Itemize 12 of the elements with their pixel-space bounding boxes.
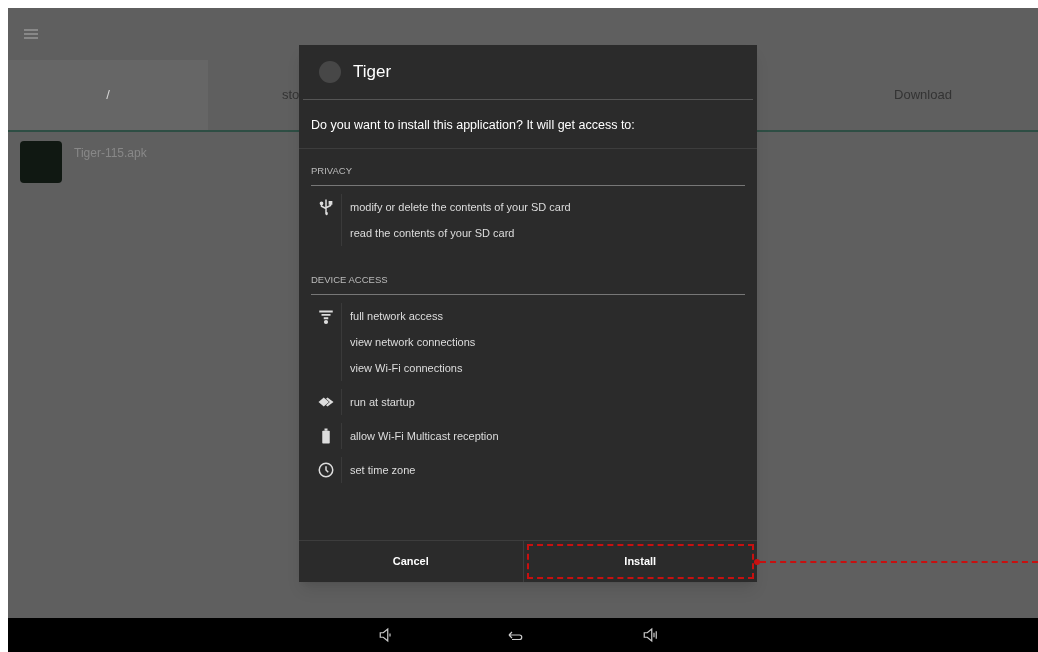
permission-text: view Wi-Fi connections xyxy=(350,361,464,376)
permission-text: full network access xyxy=(350,309,444,324)
permission-text: read the contents of your SD card xyxy=(350,226,516,241)
app-name: Tiger xyxy=(353,61,392,84)
permission-text: modify or delete the contents of your SD card xyxy=(350,200,571,215)
install-prompt: Do you want to install this application? It will get access to: xyxy=(311,118,635,132)
permission-text: run at startup xyxy=(350,395,415,410)
permission-text: view network connections xyxy=(350,335,476,350)
section-header: DEVICE ACCESS xyxy=(311,274,388,285)
permission-text: set time zone xyxy=(350,463,416,478)
section-header: PRIVACY xyxy=(311,165,352,176)
permission-text: allow Wi-Fi Multicast reception xyxy=(350,429,499,444)
